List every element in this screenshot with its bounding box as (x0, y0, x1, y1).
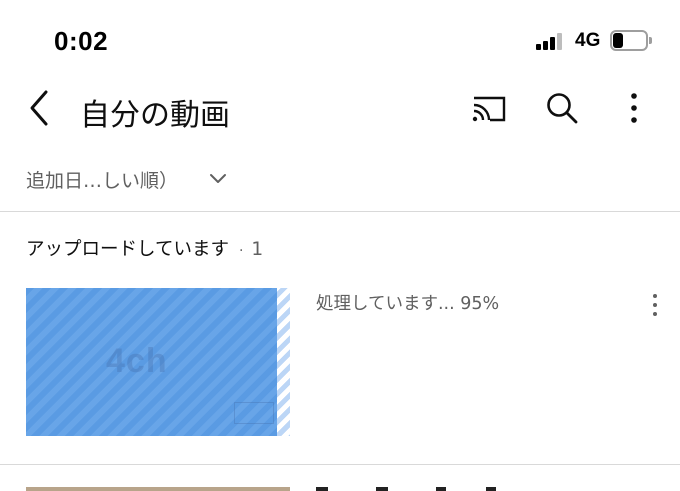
processing-status: 処理しています... 95% (316, 294, 500, 314)
thumbnail-watermark-box (234, 402, 274, 424)
chevron-down-icon (210, 174, 226, 183)
divider (0, 464, 680, 465)
cast-icon (472, 96, 506, 122)
more-options-button[interactable] (614, 88, 654, 128)
video-title (316, 487, 516, 491)
back-arrow-icon (30, 90, 48, 126)
section-title: アップロードしています (26, 239, 229, 260)
more-vert-icon (631, 93, 637, 123)
search-icon (547, 93, 578, 124)
item-more-button[interactable] (640, 290, 670, 320)
status-time: 0:02 (54, 26, 109, 56)
upload-thumbnail[interactable]: 4ch (26, 288, 290, 436)
back-button[interactable] (22, 88, 58, 128)
page-title: 自分の動画 (80, 98, 230, 133)
upload-count: 1 (251, 239, 264, 260)
divider (0, 211, 680, 212)
status-bar: 0:02 4G (0, 0, 680, 78)
upload-item: 4ch 処理しています... 95% (0, 286, 680, 438)
network-type: 4G (575, 30, 601, 51)
sort-label: 追加日…しい順） (26, 170, 179, 192)
video-list-item[interactable] (0, 487, 680, 491)
separator-dot: · (238, 243, 244, 259)
cellular-signal-icon (536, 32, 566, 50)
section-header-uploading: アップロードしています · 1 (26, 235, 263, 261)
sort-dropdown[interactable]: 追加日…しい順） (0, 158, 680, 198)
thumbnail-watermark: 4ch (106, 342, 168, 380)
video-thumbnail[interactable] (26, 487, 290, 491)
cast-button[interactable] (468, 88, 508, 128)
more-vert-icon (653, 294, 657, 316)
search-button[interactable] (542, 88, 582, 128)
battery-icon (610, 30, 652, 51)
app-bar: 自分の動画 (0, 78, 680, 140)
